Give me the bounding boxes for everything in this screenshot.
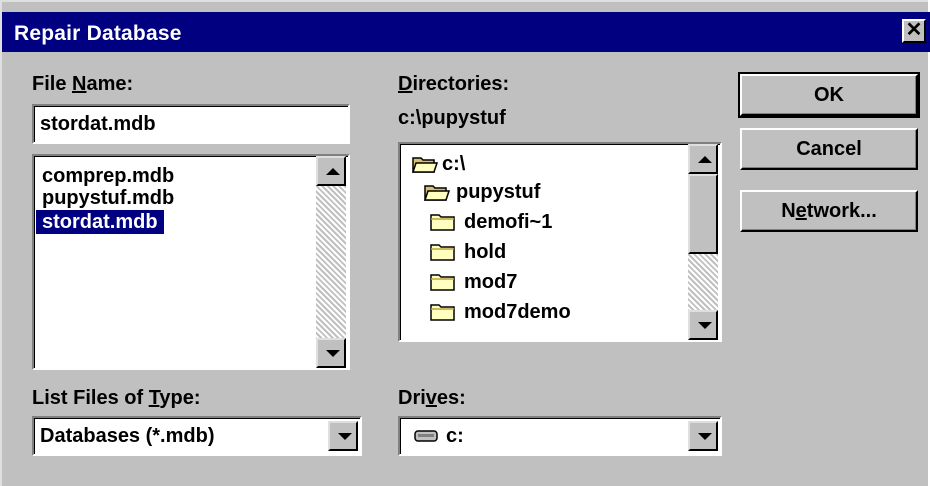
chevron-down-icon <box>338 433 352 440</box>
network-button[interactable]: Network... <box>740 190 918 232</box>
arrow-up-icon <box>698 156 712 163</box>
drives-dropdown-button[interactable] <box>688 421 718 451</box>
file-list-item[interactable]: pupystuf.mdb <box>42 186 174 210</box>
folder-icon <box>430 244 455 261</box>
directories-label: Directories: <box>398 73 510 95</box>
scroll-down-button[interactable] <box>688 310 718 340</box>
folder-icon <box>430 214 455 231</box>
file-type-dropdown-button[interactable] <box>328 421 358 451</box>
directory-list-scrollbar[interactable] <box>688 144 718 340</box>
chevron-down-icon <box>698 433 712 440</box>
current-directory-path: c:\pupystuf <box>398 107 506 129</box>
close-button[interactable]: ✕ <box>902 19 926 43</box>
scroll-up-button[interactable] <box>688 144 718 174</box>
file-name-value: stordat.mdb <box>40 113 156 135</box>
directory-item[interactable]: hold <box>464 240 506 264</box>
open-folder-icon <box>424 185 450 201</box>
scroll-down-button[interactable] <box>316 338 346 368</box>
cancel-button[interactable]: Cancel <box>740 128 918 170</box>
directory-item[interactable]: c:\ <box>442 152 465 176</box>
dialog-title: Repair Database <box>14 22 182 45</box>
ok-button[interactable]: OK <box>738 72 920 118</box>
repair-database-dialog: Repair Database ✕ File Name: stordat.mdb… <box>0 0 930 486</box>
directory-item[interactable]: mod7 <box>464 270 517 294</box>
file-list[interactable]: comprep.mdb pupystuf.mdb stordat.mdb <box>32 154 350 370</box>
scroll-up-button[interactable] <box>316 156 346 186</box>
drives-value: c: <box>446 425 464 447</box>
scroll-thumb[interactable] <box>688 174 718 254</box>
file-type-value: Databases (*.mdb) <box>40 425 215 447</box>
folder-icon <box>430 304 455 321</box>
folder-icon <box>430 274 455 291</box>
arrow-down-icon <box>698 322 712 329</box>
arrow-up-icon <box>326 168 340 175</box>
file-type-dropdown[interactable]: Databases (*.mdb) <box>32 416 362 456</box>
directory-item[interactable]: demofi~1 <box>464 210 552 234</box>
file-list-item-selected[interactable]: stordat.mdb <box>36 210 164 234</box>
file-name-input[interactable]: stordat.mdb <box>32 104 350 144</box>
file-list-scrollbar[interactable] <box>316 156 346 368</box>
file-type-label: List Files of Type: <box>32 387 201 409</box>
file-list-item[interactable]: comprep.mdb <box>42 164 174 188</box>
directory-item[interactable]: pupystuf <box>456 180 540 204</box>
title-bar[interactable]: Repair Database ✕ <box>2 12 930 52</box>
drives-label: Drives: <box>398 387 466 409</box>
close-icon: ✕ <box>905 19 923 41</box>
drive-icon <box>414 430 438 442</box>
directory-item[interactable]: mod7demo <box>464 300 571 324</box>
drives-dropdown[interactable]: c: <box>398 416 722 456</box>
file-name-label: File Name: <box>32 73 134 95</box>
arrow-down-icon <box>326 350 340 357</box>
directory-list[interactable]: c:\ pupystuf demofi~1 hold mod7 mod7demo <box>398 142 722 342</box>
open-folder-icon <box>412 157 438 173</box>
